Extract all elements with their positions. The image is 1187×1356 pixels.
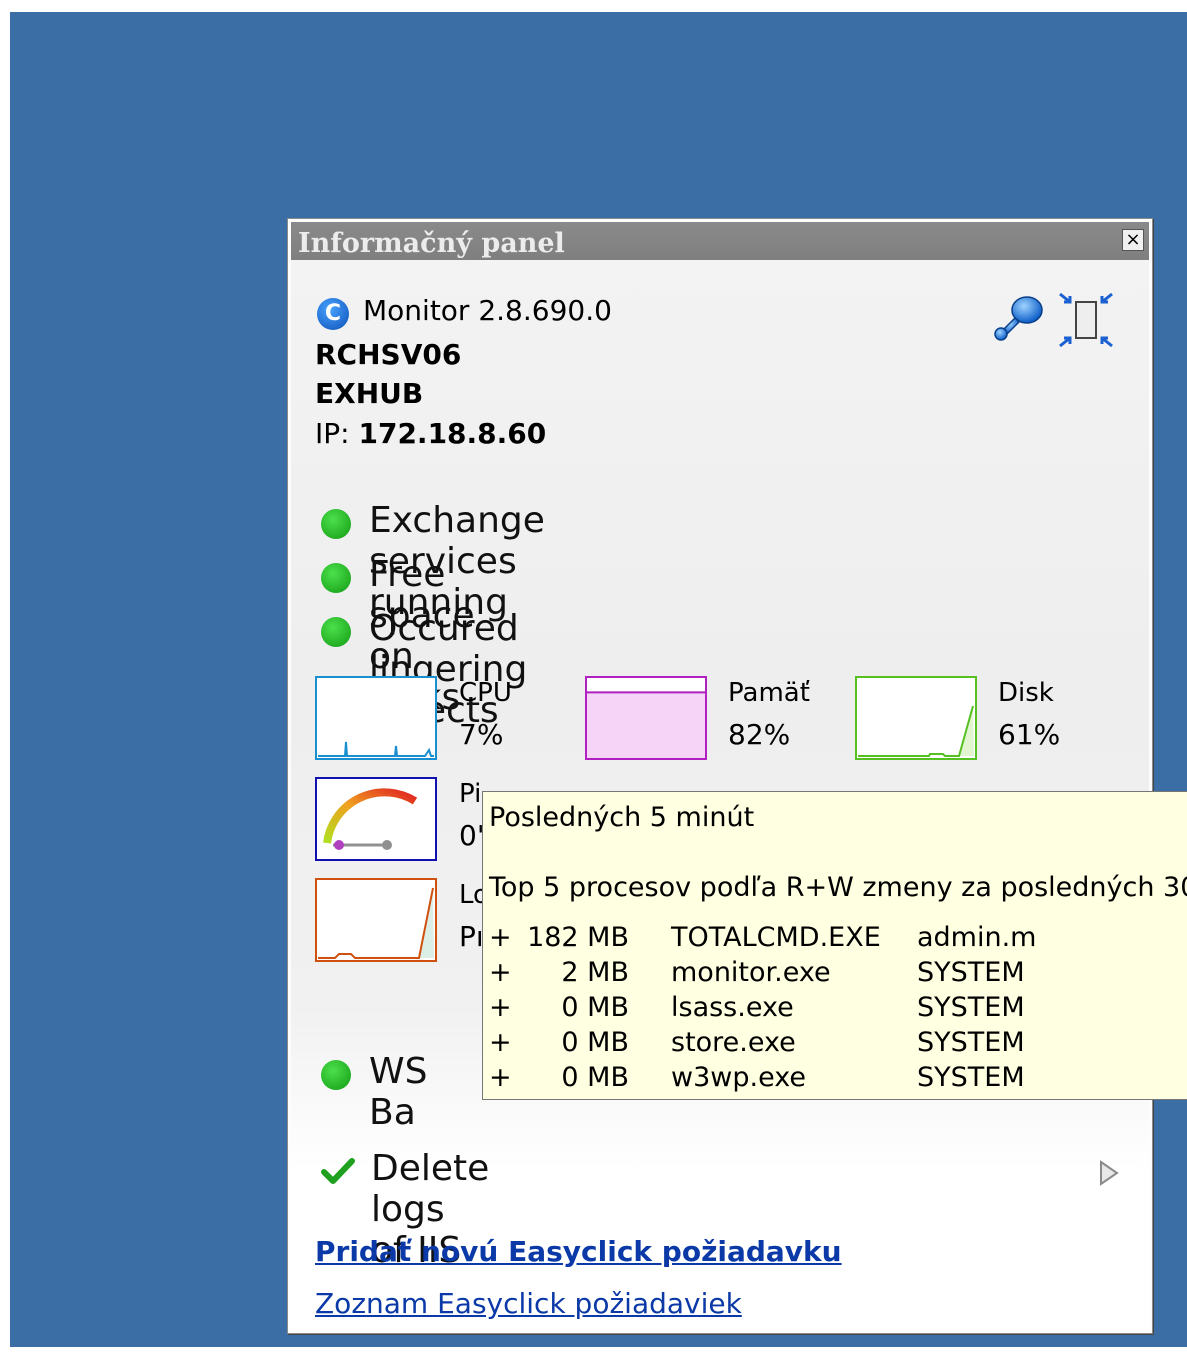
- cpu-graph[interactable]: [315, 676, 437, 760]
- c-logo-icon: C: [317, 298, 349, 330]
- cpu-label: CPU: [459, 678, 512, 708]
- memory-graph[interactable]: [585, 676, 707, 760]
- close-button[interactable]: ×: [1122, 229, 1144, 251]
- process-sign: +: [489, 922, 512, 953]
- window-title: Informačný panel: [298, 228, 565, 259]
- add-easyclick-request-link[interactable]: Pridať novú Easyclick požiadavku: [315, 1235, 842, 1268]
- process-size: 0 MB: [561, 992, 629, 1023]
- process-size: 182 MB: [527, 922, 629, 953]
- memory-value: 82%: [728, 718, 791, 751]
- process-name: lsass.exe: [671, 992, 794, 1023]
- process-user: SYSTEM: [917, 1062, 1025, 1093]
- disk-value: 61%: [998, 718, 1061, 751]
- process-sign: +: [489, 1027, 512, 1058]
- info-panel-window: Informačný panel × C Monitor 2.8.690.0 R…: [287, 218, 1153, 1334]
- ping-gauge[interactable]: [315, 777, 437, 861]
- status-label: WS Ba: [369, 1051, 428, 1133]
- process-sign: +: [489, 992, 512, 1023]
- status-ok-icon: [321, 617, 351, 647]
- process-sign: +: [489, 957, 512, 988]
- process-name: w3wp.exe: [671, 1062, 806, 1093]
- easyclick-requests-list-link[interactable]: Zoznam Easyclick požiadaviek: [315, 1287, 742, 1320]
- pushpin-icon[interactable]: [991, 290, 1047, 346]
- process-name: store.exe: [671, 1027, 796, 1058]
- ip-label: IP:: [315, 417, 350, 450]
- process-user: admin.m: [917, 922, 1037, 953]
- process-name: monitor.exe: [671, 957, 831, 988]
- checkmark-icon: [321, 1158, 355, 1184]
- collapse-window-icon[interactable]: [1056, 292, 1116, 348]
- ip-address-line: IP: 172.18.8.60: [315, 417, 546, 450]
- ping-label: Pi: [459, 779, 482, 809]
- log-graph[interactable]: [315, 878, 437, 962]
- process-size: 2 MB: [561, 957, 629, 988]
- disk-graph[interactable]: [855, 676, 977, 760]
- process-sign: +: [489, 1062, 512, 1093]
- process-user: SYSTEM: [917, 992, 1025, 1023]
- process-user: SYSTEM: [917, 957, 1025, 988]
- status-ok-icon: [321, 1060, 351, 1090]
- cpu-value: 7%: [459, 718, 504, 751]
- hostname: RCHSV06: [315, 338, 462, 371]
- server-role: EXHUB: [315, 377, 424, 410]
- process-name: TOTALCMD.EXE: [671, 922, 881, 953]
- ping-value: 0': [459, 819, 485, 852]
- tooltip-subheader: Top 5 procesov podľa R+W zmeny za posled…: [489, 872, 1187, 903]
- triangle-right-icon[interactable]: [1099, 1160, 1119, 1186]
- tooltip-header: Posledných 5 minút: [489, 802, 755, 833]
- ip-value: 172.18.8.60: [358, 417, 547, 450]
- log-value: Pı: [459, 920, 484, 953]
- process-size: 0 MB: [561, 1027, 629, 1058]
- process-user: SYSTEM: [917, 1027, 1025, 1058]
- memory-label: Pamäť: [728, 678, 810, 708]
- status-ok-icon: [321, 563, 351, 593]
- disk-label: Disk: [998, 678, 1054, 708]
- title-bar[interactable]: Informačný panel ×: [291, 222, 1149, 260]
- status-ok-icon: [321, 509, 351, 539]
- app-version: Monitor 2.8.690.0: [363, 294, 612, 327]
- process-size: 0 MB: [561, 1062, 629, 1093]
- disk-tooltip: Posledných 5 minút Top 5 procesov podľa …: [482, 791, 1187, 1100]
